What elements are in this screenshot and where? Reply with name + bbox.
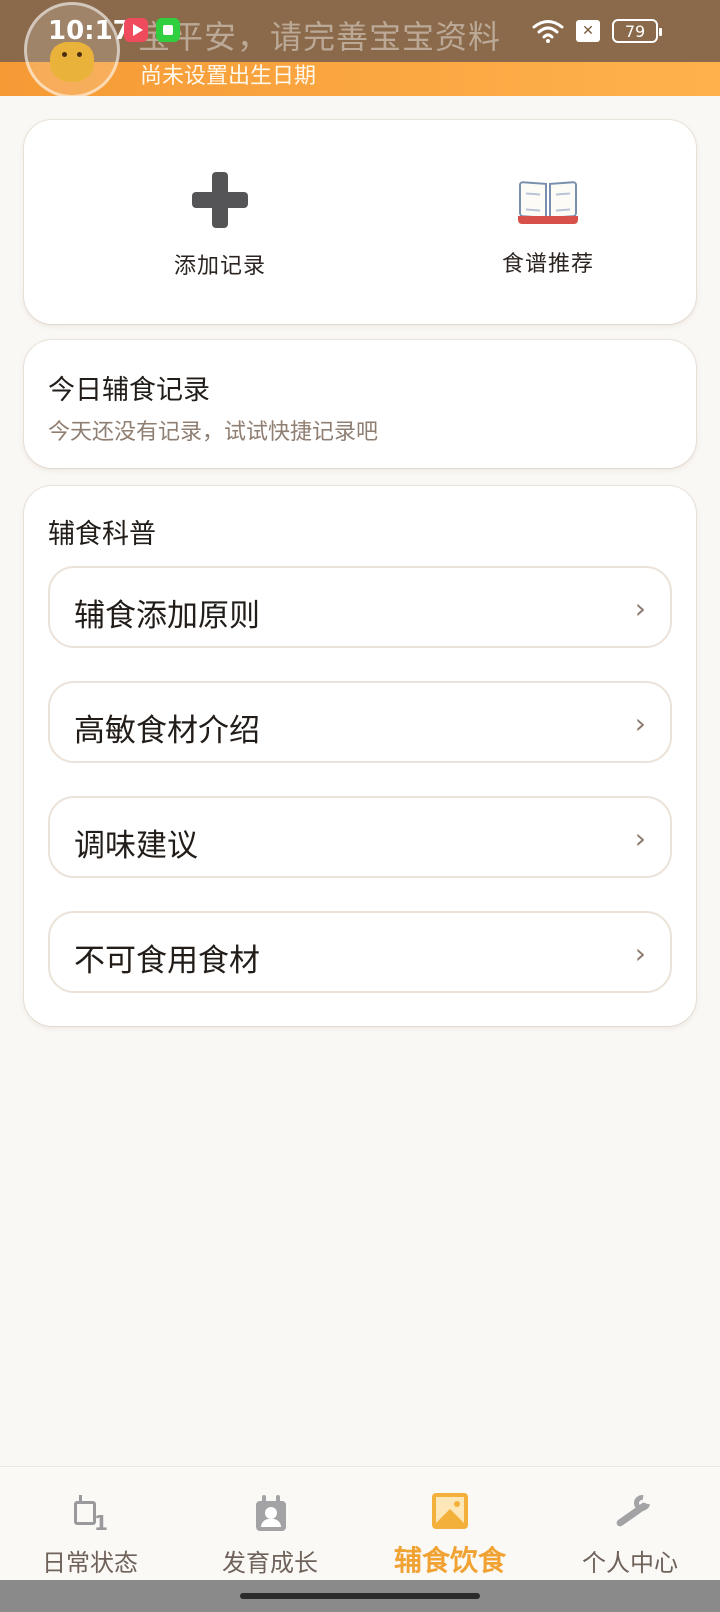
tab-label: 日常状态 [42, 1549, 138, 1577]
tab-label: 个人中心 [582, 1549, 678, 1577]
calendar-icon: 1 [70, 1493, 110, 1535]
quick-actions-card: 添加记录 食谱推荐 [24, 120, 696, 324]
bottom-nav: 1 日常状态 发育成长 辅食饮食 个人中心 [0, 1466, 720, 1580]
chevron-right-icon: › [634, 937, 646, 970]
today-record-card[interactable]: 今日辅食记录 今天还没有记录，试试快捷记录吧 [24, 340, 696, 468]
chevron-right-icon: › [634, 592, 646, 625]
science-item-forbidden-foods[interactable]: 不可食用食材 › [48, 911, 672, 993]
tab-profile[interactable]: 个人中心 [540, 1467, 720, 1581]
tab-growth[interactable]: 发育成长 [180, 1467, 360, 1581]
status-indicators: ✕ 79 [532, 18, 662, 44]
add-record-button[interactable]: 添加记录 [120, 160, 320, 290]
science-item-principles[interactable]: 辅食添加原则 › [48, 566, 672, 648]
header-greeting: 宝平安，请完善宝宝资料 [138, 18, 502, 56]
gesture-area [0, 1580, 720, 1612]
avatar-face [50, 42, 94, 82]
picture-icon [430, 1493, 470, 1533]
header: 宝平安，请完善宝宝资料 尚未设置出生日期 10:17 ✕ 79 [0, 0, 720, 96]
science-item-label: 高敏食材介绍 [74, 713, 260, 749]
add-record-label: 添加记录 [173, 254, 266, 279]
tab-feeding[interactable]: 辅食饮食 [360, 1467, 540, 1581]
food-science-card: 辅食科普 辅食添加原则 › 高敏食材介绍 › 调味建议 › 不可食用食材 › [24, 486, 696, 1026]
science-item-seasoning[interactable]: 调味建议 › [48, 796, 672, 878]
growth-calendar-icon [250, 1493, 290, 1533]
home-gesture-bar[interactable] [240, 1593, 480, 1599]
wrench-icon [610, 1491, 654, 1533]
chevron-right-icon: › [634, 822, 646, 855]
science-item-label: 不可食用食材 [74, 943, 260, 979]
science-item-allergens[interactable]: 高敏食材介绍 › [48, 681, 672, 763]
book-icon [518, 178, 578, 226]
science-item-label: 辅食添加原则 [74, 598, 260, 634]
tab-daily-status[interactable]: 1 日常状态 [0, 1467, 180, 1581]
today-record-empty-text: 今天还没有记录，试试快捷记录吧 [48, 420, 379, 445]
chevron-right-icon: › [634, 707, 646, 740]
header-subtitle[interactable]: 尚未设置出生日期 [140, 58, 316, 90]
green-app-icon [156, 18, 180, 42]
today-record-title: 今日辅食记录 [48, 375, 210, 406]
status-time: 10:17 [48, 16, 131, 46]
plus-icon [192, 172, 248, 228]
recipe-recommend-button[interactable]: 食谱推荐 [448, 160, 648, 290]
food-science-title: 辅食科普 [48, 519, 156, 550]
science-item-label: 调味建议 [74, 828, 198, 864]
tab-label: 发育成长 [222, 1549, 318, 1577]
video-app-icon [124, 18, 148, 42]
battery-icon: 79 [612, 19, 662, 43]
wifi-icon [532, 20, 564, 43]
sim-off-icon: ✕ [576, 20, 600, 42]
tab-label: 辅食饮食 [393, 1544, 506, 1577]
recipe-recommend-label: 食谱推荐 [501, 252, 594, 277]
app-screen: 宝平安，请完善宝宝资料 尚未设置出生日期 10:17 ✕ 79 添加记录 食谱推… [0, 0, 720, 1612]
